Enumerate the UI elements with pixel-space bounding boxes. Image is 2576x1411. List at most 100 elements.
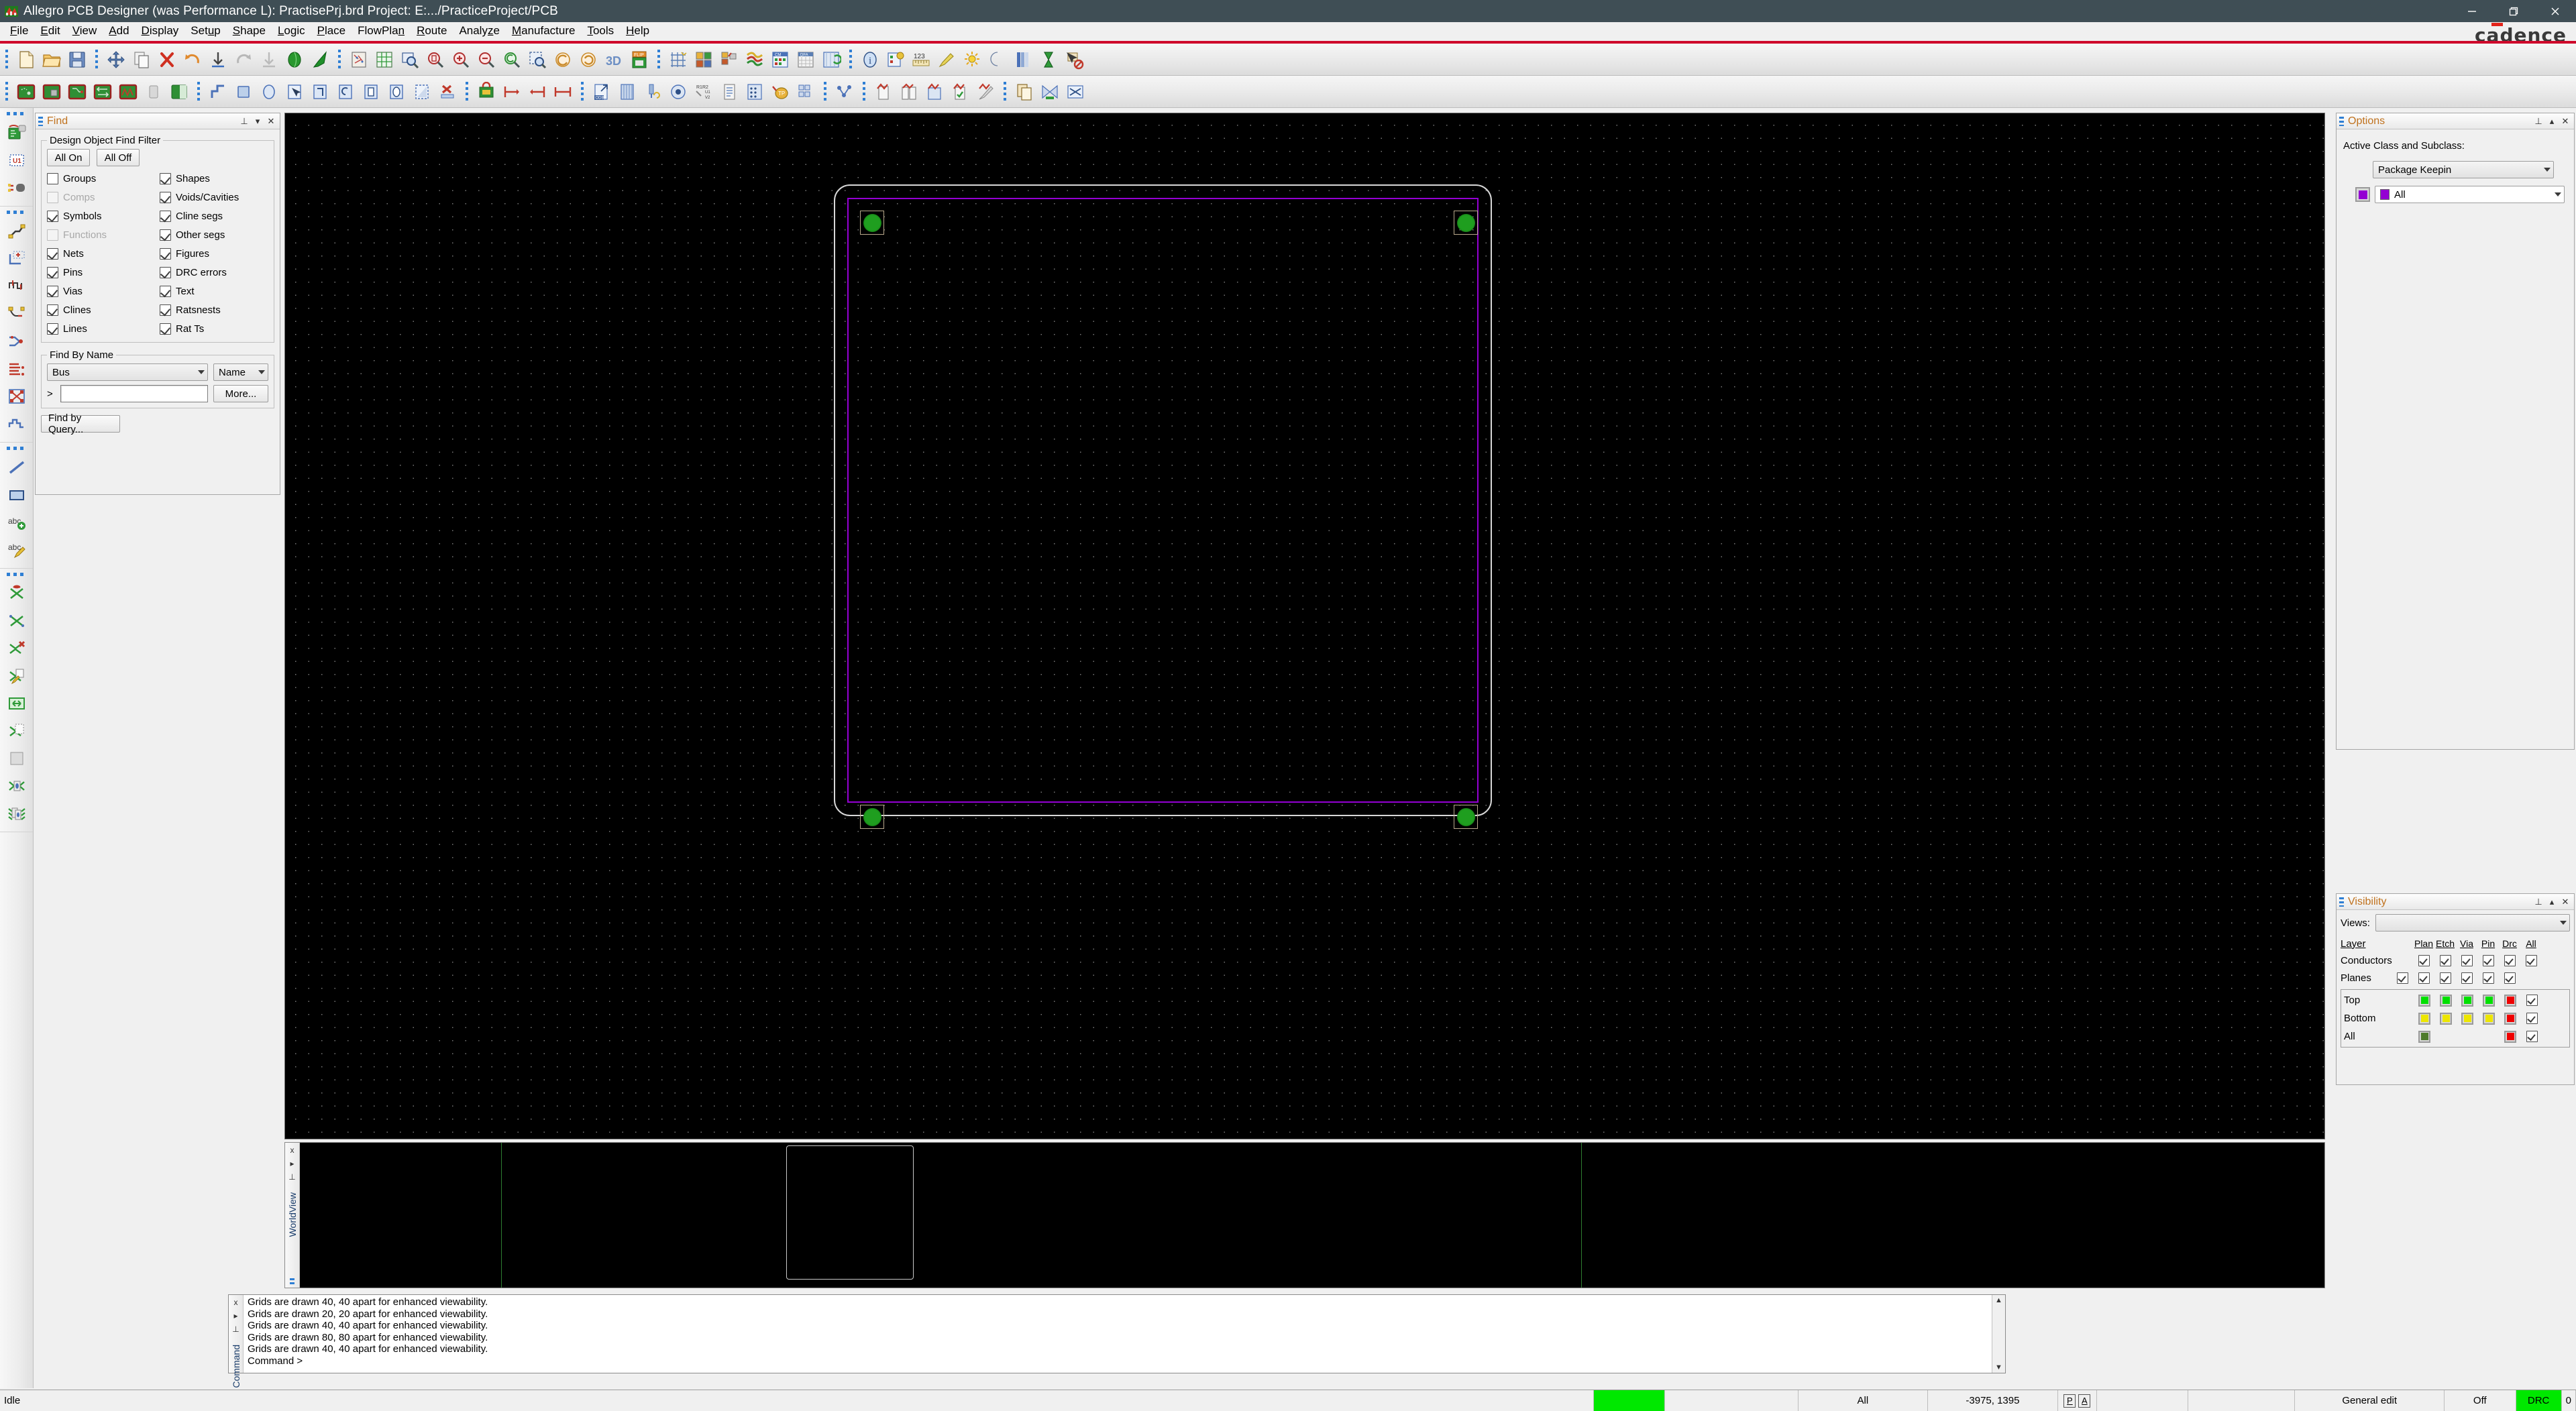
shape-circle-icon[interactable] bbox=[385, 80, 408, 103]
find-filter-pins[interactable]: Pins bbox=[47, 264, 156, 280]
odb-export-icon[interactable]: ODB bbox=[590, 80, 613, 103]
delete-icon[interactable] bbox=[156, 48, 178, 71]
measure-icon[interactable]: 123 bbox=[910, 48, 932, 71]
show-rats-icon[interactable] bbox=[961, 48, 983, 71]
place-manual-icon[interactable] bbox=[15, 80, 38, 103]
shape-delete-icon[interactable] bbox=[436, 80, 459, 103]
visibility-layer-bottom-etch-swatch[interactable] bbox=[2440, 1012, 2452, 1025]
place-component-icon[interactable] bbox=[4, 119, 30, 146]
drill-legend-icon[interactable] bbox=[641, 80, 664, 103]
select-shape-icon[interactable] bbox=[283, 80, 306, 103]
pcb-canvas[interactable] bbox=[284, 113, 2325, 1139]
restore-button[interactable] bbox=[2493, 0, 2534, 22]
shape-rect-icon[interactable] bbox=[360, 80, 382, 103]
toolbar-grip[interactable] bbox=[4, 80, 11, 103]
visibility-layer-top-pin-swatch[interactable] bbox=[2483, 994, 2495, 1007]
menu-item-setup[interactable]: Setup bbox=[184, 23, 226, 39]
menu-item-shape[interactable]: Shape bbox=[227, 23, 272, 39]
shape-edit-boundary-icon[interactable] bbox=[334, 80, 357, 103]
pad-top-left[interactable] bbox=[860, 211, 884, 235]
status-pick-align[interactable]: P A bbox=[2058, 1390, 2098, 1411]
toolbar-grip[interactable] bbox=[656, 48, 663, 71]
visibility-layer-bottom-plan-swatch[interactable] bbox=[2418, 1012, 2430, 1025]
menu-item-edit[interactable]: Edit bbox=[34, 23, 66, 39]
connect-pin-icon[interactable] bbox=[4, 174, 30, 201]
visibility-conductors-etch-checkbox[interactable] bbox=[2439, 954, 2451, 966]
net-spread-icon[interactable] bbox=[4, 690, 30, 717]
visibility-planes-via-checkbox[interactable] bbox=[2439, 972, 2451, 984]
silkscreen-icon[interactable]: R1R2 U1 V2 bbox=[692, 80, 715, 103]
si-model-icon[interactable] bbox=[923, 80, 946, 103]
find-filter-ratsnests[interactable]: Ratsnests bbox=[160, 302, 268, 318]
console-output[interactable]: Grids are drawn 40, 40 apart for enhance… bbox=[244, 1295, 1992, 1373]
visibility-col-all[interactable]: All bbox=[2520, 938, 2542, 949]
add-rectangle-tool-icon[interactable] bbox=[4, 482, 30, 508]
visibility-layer-bottom-pin-swatch[interactable] bbox=[2483, 1012, 2495, 1025]
dimension-right-icon[interactable] bbox=[500, 80, 523, 103]
chevron-up-icon[interactable]: ▴ bbox=[2546, 896, 2558, 908]
add-circle-icon[interactable] bbox=[258, 80, 280, 103]
multi-route-icon[interactable] bbox=[4, 383, 30, 410]
net-connect-icon[interactable] bbox=[4, 608, 30, 634]
find-filter-figures[interactable]: Figures bbox=[160, 245, 268, 262]
ncdrill-icon[interactable] bbox=[667, 80, 690, 103]
delay-tune-icon[interactable] bbox=[4, 273, 30, 300]
layer-view-icon[interactable] bbox=[1012, 48, 1034, 71]
find-filter-lines[interactable]: Lines bbox=[47, 321, 156, 337]
visibility-col-drc[interactable]: Drc bbox=[2499, 938, 2520, 949]
find-by-query-button[interactable]: Find by Query... bbox=[41, 412, 120, 435]
visibility-col-etch[interactable]: Etch bbox=[2434, 938, 2456, 949]
close-icon[interactable]: ✕ bbox=[2559, 115, 2571, 127]
find-filter-clines[interactable]: Clines bbox=[47, 302, 156, 318]
find-filter-text[interactable]: Text bbox=[160, 283, 268, 299]
visibility-layer-bottom-drc-swatch[interactable] bbox=[2504, 1012, 2516, 1025]
toolbar-grip[interactable] bbox=[848, 48, 855, 71]
redo-icon[interactable] bbox=[232, 48, 255, 71]
menu-item-place[interactable]: Place bbox=[311, 23, 352, 39]
open-file-icon[interactable] bbox=[40, 48, 63, 71]
visibility-layer-top-drc-swatch[interactable] bbox=[2504, 994, 2516, 1007]
find-filter-nets[interactable]: Nets bbox=[47, 245, 156, 262]
find-more-button[interactable]: More... bbox=[213, 385, 268, 402]
global-update-icon[interactable] bbox=[820, 48, 843, 71]
close-icon[interactable]: x bbox=[234, 1298, 238, 1307]
find-filter-drc-errors[interactable]: DRC errors bbox=[160, 264, 268, 280]
net-shield-icon[interactable] bbox=[1038, 80, 1061, 103]
bom-icon[interactable] bbox=[743, 80, 766, 103]
redo-to-icon[interactable] bbox=[258, 48, 280, 71]
dimension-linear-icon[interactable] bbox=[551, 80, 574, 103]
subclass-icon[interactable] bbox=[718, 48, 741, 71]
close-icon[interactable]: x bbox=[290, 1145, 294, 1155]
visibility-col-pin[interactable]: Pin bbox=[2477, 938, 2499, 949]
placement-edit-icon[interactable] bbox=[142, 80, 165, 103]
panel-editor-icon[interactable] bbox=[794, 80, 817, 103]
menu-item-analyze[interactable]: Analyze bbox=[453, 23, 506, 39]
save-icon[interactable] bbox=[66, 48, 89, 71]
visibility-layer-top-via-swatch[interactable] bbox=[2461, 994, 2473, 1007]
undo-icon[interactable] bbox=[181, 48, 204, 71]
find-filter-symbols[interactable]: Symbols bbox=[47, 208, 156, 224]
menu-item-help[interactable]: Help bbox=[620, 23, 655, 39]
place-quickplace-icon[interactable] bbox=[40, 80, 63, 103]
add-text-icon[interactable]: abc bbox=[4, 509, 30, 536]
net-delete-icon[interactable] bbox=[4, 635, 30, 662]
add-line-icon[interactable] bbox=[207, 80, 229, 103]
expand-icon[interactable]: ▸ bbox=[290, 1159, 294, 1168]
pin-icon[interactable]: ⊥ bbox=[2532, 896, 2544, 908]
menu-item-view[interactable]: View bbox=[66, 23, 103, 39]
net-assign-icon[interactable] bbox=[4, 580, 30, 607]
copy-icon[interactable] bbox=[130, 48, 153, 71]
zoom-out-icon[interactable] bbox=[475, 48, 498, 71]
visibility-layer-top-plan-swatch[interactable] bbox=[2418, 994, 2430, 1007]
toolbar-grip[interactable] bbox=[580, 80, 586, 103]
net-copy-icon[interactable] bbox=[4, 718, 30, 744]
undo-to-icon[interactable] bbox=[207, 48, 229, 71]
menu-item-add[interactable]: Add bbox=[103, 23, 135, 39]
visibility-planes-all-checkbox[interactable] bbox=[2504, 972, 2516, 984]
menu-item-tools[interactable]: Tools bbox=[581, 23, 620, 39]
zoom-previous-icon[interactable] bbox=[500, 48, 523, 71]
visibility-planes-drc-checkbox[interactable] bbox=[2482, 972, 2494, 984]
shape-add-rect-icon[interactable] bbox=[309, 80, 331, 103]
cross-section-icon[interactable] bbox=[743, 48, 766, 71]
testpoint-icon[interactable]: TP bbox=[769, 80, 792, 103]
